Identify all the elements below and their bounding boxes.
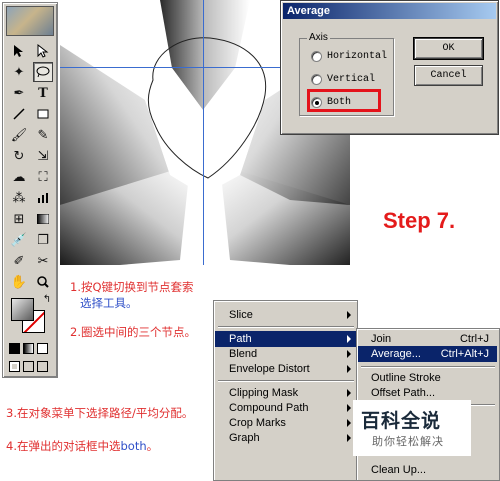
axis-group-label: Axis xyxy=(307,32,330,43)
menu-separator xyxy=(218,380,354,382)
gradient-icon[interactable] xyxy=(33,209,53,229)
watermark-title: 百科全说 xyxy=(361,410,442,432)
submenu-item-offset-path[interactable]: Offset Path... xyxy=(358,385,497,401)
menu-separator xyxy=(218,326,354,328)
standard-screen-icon[interactable] xyxy=(9,361,20,372)
instruction-1: 1.按Q键切换到节点套索 xyxy=(70,280,194,294)
submenu-arrow-icon xyxy=(347,335,351,343)
pen-icon[interactable]: ✒ xyxy=(9,83,29,103)
menu-item-label: Clipping Mask xyxy=(229,387,299,399)
menu-item-label: Envelope Distort xyxy=(229,363,310,375)
submenu-item-label: Average... xyxy=(371,348,421,360)
shortcut-label: Ctrl+Alt+J xyxy=(440,348,489,360)
scissors-icon[interactable]: ✂ xyxy=(33,251,53,271)
dialog-title: Average xyxy=(283,3,496,19)
submenu-arrow-icon xyxy=(347,350,351,358)
submenu-item-label: Clean Up... xyxy=(371,464,427,476)
warp-icon[interactable]: ☁ xyxy=(9,167,29,187)
rotate-icon[interactable]: ↻ xyxy=(9,146,29,166)
submenu-arrow-icon xyxy=(347,434,351,442)
submenu-item-average[interactable]: Average... Ctrl+Alt+J xyxy=(358,346,497,362)
shortcut-label: Ctrl+J xyxy=(459,333,489,345)
magic-wand-icon[interactable]: ✦ xyxy=(9,62,29,82)
object-menu: Slice Path Blend Envelope Distort Clippi… xyxy=(213,300,358,481)
instruction-3: 3.在对象菜单下选择路径/平均分配。 xyxy=(6,406,194,420)
instruction-2: 2.圈选中间的三个节点。 xyxy=(70,325,196,339)
average-dialog: Average Axis Horizontal Vertical Both OK… xyxy=(280,0,499,135)
cancel-button[interactable]: Cancel xyxy=(414,65,483,86)
submenu-arrow-icon xyxy=(347,389,351,397)
vertical-guide xyxy=(203,0,204,265)
submenu-item-label: Join xyxy=(371,333,392,345)
instruction-4-both: both xyxy=(120,439,147,453)
lasso-icon[interactable] xyxy=(33,62,53,82)
radio-button[interactable] xyxy=(311,73,322,85)
selection-icon[interactable] xyxy=(9,41,29,61)
menu-item-label: Graph xyxy=(229,432,260,444)
gradient-mode-icon[interactable] xyxy=(23,343,34,354)
scale-icon[interactable]: ⇲ xyxy=(33,146,53,166)
type-icon[interactable]: T xyxy=(33,83,53,103)
submenu-item-outline-stroke[interactable]: Outline Stroke xyxy=(358,370,497,386)
menu-item-label: Slice xyxy=(229,309,253,321)
menu-item-graph[interactable]: Graph xyxy=(215,430,356,446)
symbol-sprayer-icon[interactable]: ⁂ xyxy=(9,188,29,208)
radio-label: Vertical xyxy=(327,73,376,85)
free-transform-icon[interactable]: ⛶ xyxy=(33,167,53,187)
radio-label: Horizontal xyxy=(327,50,388,62)
menu-item-blend[interactable]: Blend xyxy=(215,346,356,362)
pencil-icon[interactable]: ✎ xyxy=(33,125,53,145)
menu-item-envelope-distort[interactable]: Envelope Distort xyxy=(215,361,356,377)
both-option-highlight xyxy=(307,89,381,112)
radio-button[interactable] xyxy=(311,50,322,62)
menu-item-clipping-mask[interactable]: Clipping Mask xyxy=(215,385,356,401)
color-mode-icon[interactable] xyxy=(9,343,20,354)
none-mode-icon[interactable] xyxy=(37,343,48,354)
submenu-item-join[interactable]: Join Ctrl+J xyxy=(358,331,497,347)
submenu-item-clean-up[interactable]: Clean Up... xyxy=(358,462,497,478)
hand-icon[interactable]: ✋ xyxy=(9,272,29,292)
menu-item-path[interactable]: Path xyxy=(215,331,356,347)
submenu-arrow-icon xyxy=(347,419,351,427)
radio-vertical[interactable]: Vertical xyxy=(311,71,375,87)
slice-icon[interactable]: ✐ xyxy=(9,251,29,271)
radio-horizontal[interactable]: Horizontal xyxy=(311,48,387,64)
direct-selection-icon[interactable] xyxy=(33,41,53,61)
instruction-4-text: 4.在弹出的对话框中选 xyxy=(6,439,121,453)
instruction-4: 4.在弹出的对话框中选both。 xyxy=(6,438,158,454)
menu-item-slice[interactable]: Slice xyxy=(215,307,356,323)
tools-panel: ✦ ✒ T 🖌 ✎ ↻ ⇲ ☁ ⛶ ⁂ ⊞ 💉 ❐ ✐ ✂ ✋ ↰ xyxy=(2,2,58,378)
mesh-icon[interactable]: ⊞ xyxy=(9,209,29,229)
watermark-subtitle: 助你轻松解决 xyxy=(372,435,444,448)
submenu-item-label: Offset Path... xyxy=(371,387,435,399)
eyedropper-icon[interactable]: 💉 xyxy=(9,230,29,250)
submenu-arrow-icon xyxy=(347,404,351,412)
instruction-4-end: 。 xyxy=(146,439,159,453)
submenu-arrow-icon xyxy=(347,365,351,373)
instruction-1-cont: 选择工具。 xyxy=(80,296,138,310)
swap-colors-icon[interactable]: ↰ xyxy=(41,294,53,306)
menu-separator xyxy=(361,366,495,368)
toolbox-logo xyxy=(6,6,54,36)
graph-icon[interactable] xyxy=(33,188,53,208)
menu-item-label: Crop Marks xyxy=(229,417,286,429)
ok-button[interactable]: OK xyxy=(413,37,484,60)
submenu-item-label: Outline Stroke xyxy=(371,372,441,384)
full-screen-icon[interactable] xyxy=(37,361,48,372)
menu-item-label: Blend xyxy=(229,348,258,360)
paintbrush-icon[interactable]: 🖌 xyxy=(9,125,29,145)
blend-icon[interactable]: ❐ xyxy=(33,230,53,250)
menu-item-label: Path xyxy=(229,333,252,345)
watermark-logo: 百科全说 助你轻松解决 xyxy=(353,400,471,456)
step-label: Step 7. xyxy=(383,208,456,233)
menu-item-compound-path[interactable]: Compound Path xyxy=(215,400,356,416)
menu-item-crop-marks[interactable]: Crop Marks xyxy=(215,415,356,431)
menu-item-label: Compound Path xyxy=(229,402,309,414)
submenu-arrow-icon xyxy=(347,311,351,319)
line-icon[interactable] xyxy=(9,104,29,124)
zoom-icon[interactable] xyxy=(33,272,53,292)
full-screen-menu-icon[interactable] xyxy=(23,361,34,372)
rectangle-icon[interactable] xyxy=(33,104,53,124)
fill-swatch[interactable] xyxy=(11,298,34,321)
